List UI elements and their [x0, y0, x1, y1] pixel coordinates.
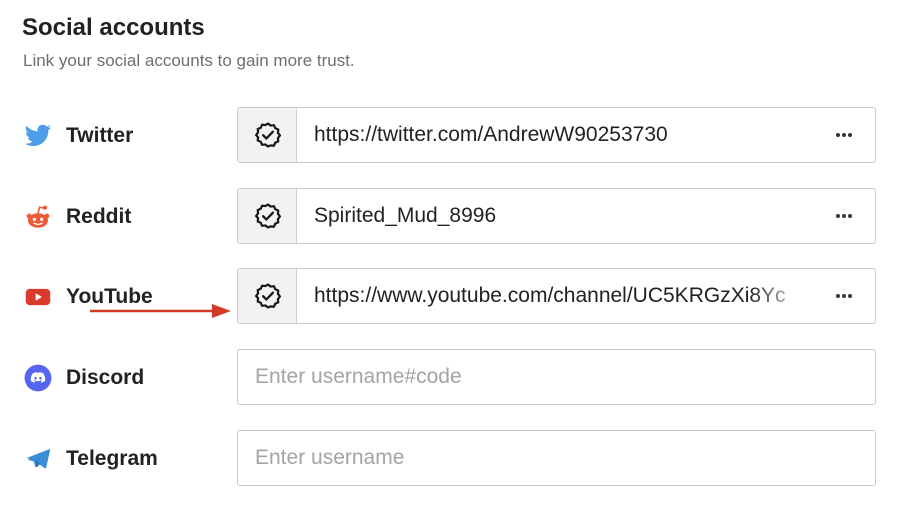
youtube-channel-url-value: https://www.youtube.com/channel/UC5KRGzX… — [314, 284, 786, 307]
verified-status-cell — [238, 269, 297, 323]
account-row-reddit: Reddit Spirited_Mud_8996 — [0, 188, 900, 246]
section-subtitle: Link your social accounts to gain more t… — [23, 51, 355, 70]
discord-username-input[interactable] — [238, 350, 875, 404]
reddit-alien-icon — [24, 203, 52, 231]
twitter-url-value: https://twitter.com/AndrewW90253730 — [314, 123, 668, 146]
telegram-field — [237, 430, 876, 486]
account-row-twitter: Twitter https://twitter.com/AndrewW90253… — [0, 107, 900, 165]
telegram-plane-icon — [24, 445, 52, 473]
telegram-username-input[interactable] — [238, 431, 875, 485]
account-row-discord: Discord — [0, 349, 900, 407]
youtube-more-options-button[interactable] — [833, 287, 855, 305]
platform-label-twitter: Twitter — [66, 124, 134, 147]
twitter-more-options-button[interactable] — [833, 126, 855, 144]
reddit-more-options-button[interactable] — [833, 207, 855, 225]
discord-field — [237, 349, 876, 405]
verified-badge-icon — [254, 121, 282, 149]
youtube-play-icon — [24, 283, 52, 311]
platform-label-telegram: Telegram — [66, 447, 158, 470]
discord-icon — [24, 364, 52, 392]
annotation-arrow-icon — [90, 302, 232, 320]
account-row-telegram: Telegram — [0, 430, 900, 488]
platform-label-reddit: Reddit — [66, 205, 132, 228]
twitter-bird-icon — [24, 122, 52, 150]
social-accounts-panel: Social accounts Link your social account… — [0, 0, 900, 511]
verified-badge-icon — [254, 202, 282, 230]
verified-status-cell — [238, 189, 297, 243]
twitter-linked-field: https://twitter.com/AndrewW90253730 — [237, 107, 876, 163]
verified-status-cell — [238, 108, 297, 162]
section-title: Social accounts — [22, 14, 205, 41]
reddit-username-value: Spirited_Mud_8996 — [314, 204, 497, 227]
youtube-linked-field: https://www.youtube.com/channel/UC5KRGzX… — [237, 268, 876, 324]
reddit-linked-field: Spirited_Mud_8996 — [237, 188, 876, 244]
platform-label-discord: Discord — [66, 366, 145, 389]
verified-badge-icon — [254, 282, 282, 310]
